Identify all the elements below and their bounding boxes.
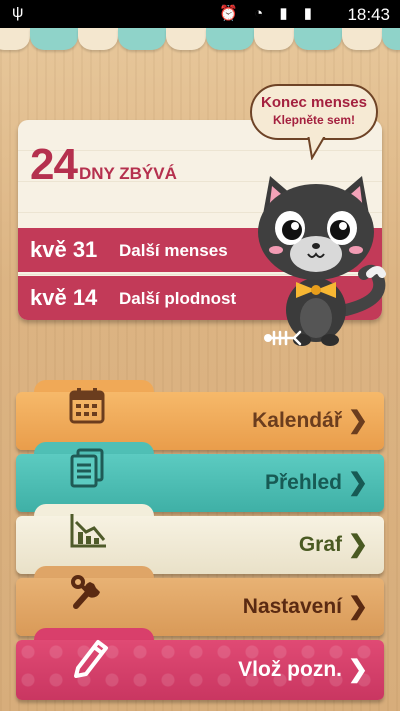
menu-graph-label: Graf xyxy=(298,533,342,556)
chevron-right-icon: ❯ xyxy=(347,407,368,434)
pencil-icon xyxy=(68,634,112,683)
chevron-right-icon: ❯ xyxy=(347,656,368,683)
clock: 18:43 xyxy=(347,5,390,24)
calendar-icon xyxy=(68,386,106,431)
chevron-right-icon: ❯ xyxy=(347,593,368,620)
next-period-date: kvě 31 xyxy=(30,237,98,262)
menu-overview-label: Přehled xyxy=(264,471,342,494)
menu-settings-label: Nastavení xyxy=(242,595,342,618)
menu-add-note[interactable]: Vlož pozn. ❯ xyxy=(16,628,384,700)
menu-add-note-label: Vlož pozn. xyxy=(238,658,342,681)
menu-calendar-label: Kalendář xyxy=(252,409,342,432)
days-number: 24 xyxy=(30,140,78,189)
status-bar: ψ ⏰ ◔ ▮ ▮ 18:43 xyxy=(0,0,400,28)
next-fertility-label: Další plodnost xyxy=(119,289,237,308)
list-icon xyxy=(68,448,106,493)
bubble-subtitle: Klepněte sem! xyxy=(272,113,356,127)
days-label: DNY ZBÝVÁ xyxy=(78,164,177,183)
chevron-right-icon: ❯ xyxy=(347,469,368,496)
next-fertility-date: kvě 14 xyxy=(30,285,98,310)
cat-mascot xyxy=(258,176,386,346)
next-period-label: Další menses xyxy=(119,241,228,260)
status-icons: ⏰ ◔ ▮ ▮ xyxy=(219,5,318,22)
chevron-right-icon: ❯ xyxy=(347,531,368,558)
wrench-icon xyxy=(68,572,108,617)
days-remaining: 24 DNY ZBÝVÁ xyxy=(30,140,177,190)
awning-decoration xyxy=(0,28,400,58)
bubble-tail xyxy=(306,134,328,160)
end-period-bubble[interactable]: Konec menses Klepněte sem! xyxy=(250,84,378,140)
usb-icon: ψ xyxy=(12,4,24,21)
chart-icon xyxy=(68,510,108,555)
bubble-title: Konec menses xyxy=(261,94,367,111)
fish-bone-icon xyxy=(264,330,302,346)
